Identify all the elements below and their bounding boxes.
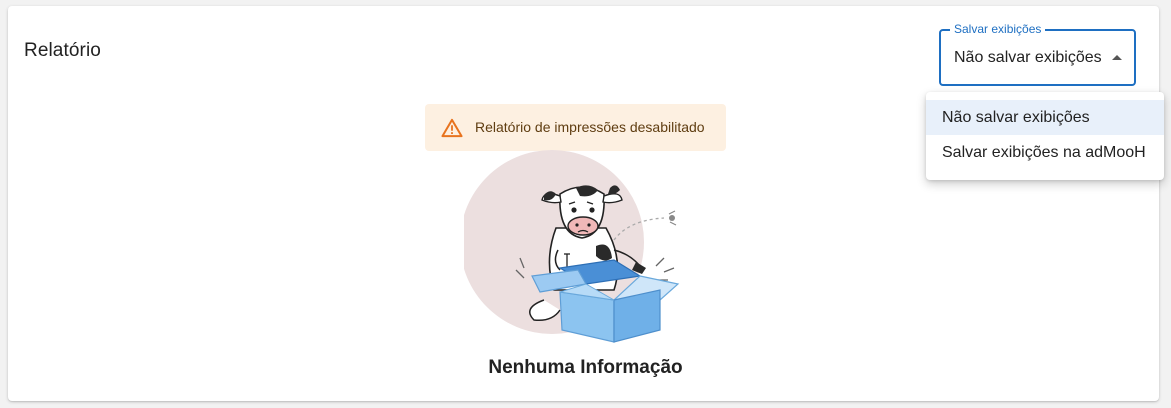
cow-empty-box-illustration: [464, 150, 680, 343]
save-views-select-value: Não salvar exibições: [954, 49, 1102, 66]
warning-alert: Relatório de impressões desabilitado: [425, 104, 726, 151]
menu-item-no-save[interactable]: Não salvar exibições: [926, 100, 1164, 135]
caret-up-icon: [1112, 55, 1122, 60]
menu-item-save-admooh[interactable]: Salvar exibições na adMooH: [926, 135, 1164, 170]
warning-triangle-icon: [441, 118, 463, 138]
save-views-select-label: Salvar exibições: [950, 22, 1046, 36]
save-views-menu: Não salvar exibições Salvar exibições na…: [926, 92, 1164, 180]
warning-text: Relatório de impressões desabilitado: [475, 119, 705, 135]
page-title: Relatório: [24, 40, 101, 61]
empty-state-label: Nenhuma Informação: [488, 357, 683, 378]
save-views-select[interactable]: Salvar exibições Não salvar exibições: [939, 22, 1136, 86]
